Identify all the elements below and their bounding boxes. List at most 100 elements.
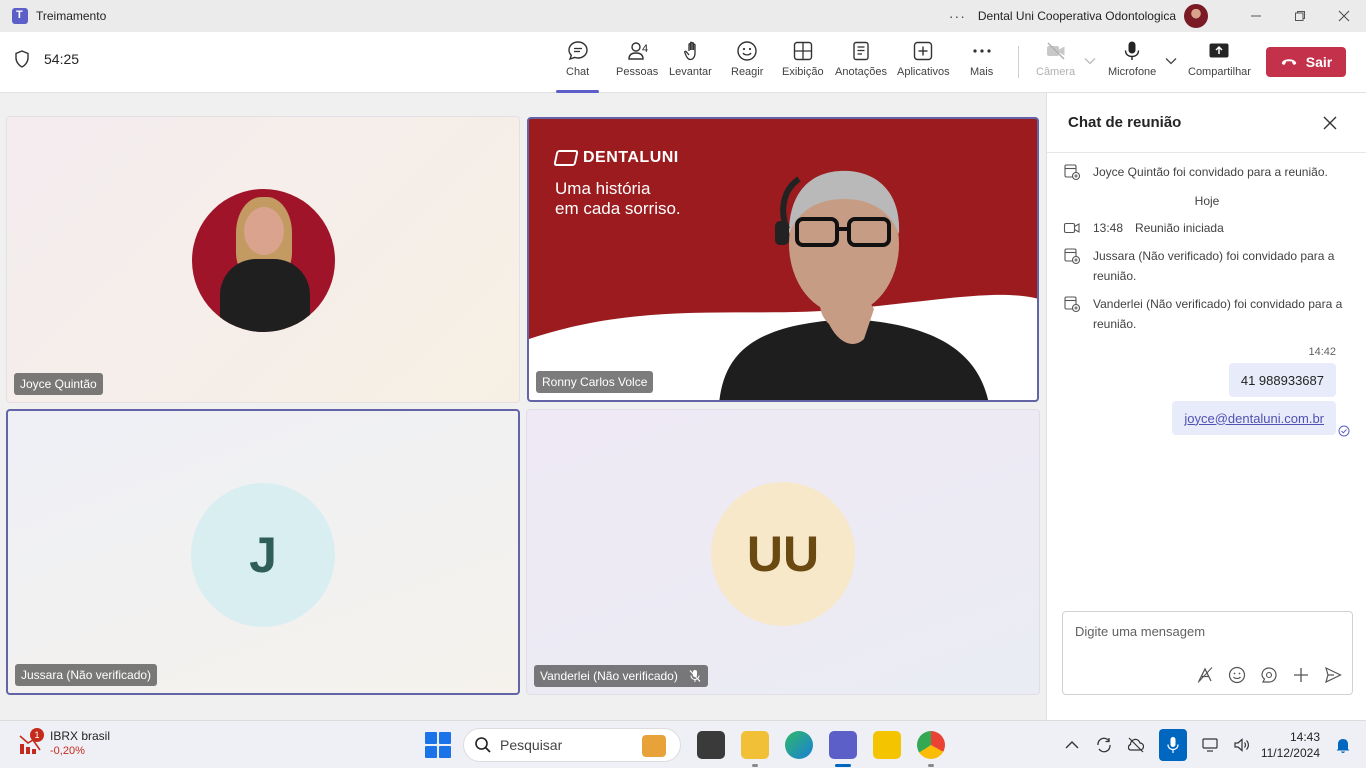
chat-title: Chat de reunião	[1068, 114, 1182, 131]
view-icon	[793, 41, 812, 61]
chat-event-text: Jussara (Não verificado) foi convidado p…	[1093, 249, 1335, 283]
teams-logo-icon	[12, 8, 28, 24]
more-options-button[interactable]: ···	[949, 8, 966, 24]
share-icon	[1209, 43, 1229, 58]
share-button[interactable]: Compartilhar	[1188, 40, 1251, 88]
participant-name: Ronny Carlos Volce	[542, 375, 648, 389]
apps-button[interactable]: Aplicativos	[897, 40, 950, 88]
chevron-up-icon[interactable]	[1063, 736, 1081, 754]
search-icon	[475, 737, 491, 753]
participant-initials-avatar: UU	[711, 482, 855, 626]
sync-icon[interactable]	[1095, 736, 1113, 754]
search-highlight-icon	[642, 735, 666, 757]
dentaluni-logo: DENTALUNI	[553, 149, 681, 167]
search-placeholder: Pesquisar	[500, 737, 563, 753]
chat-event-text: Reunião iniciada	[1135, 221, 1224, 235]
more-label: Mais	[970, 66, 994, 78]
cloud-off-icon[interactable]	[1127, 736, 1145, 754]
chat-message-bubble[interactable]: 41 988933687	[1228, 363, 1336, 397]
format-icon[interactable]	[1196, 666, 1214, 684]
view-label: Exibição	[782, 66, 824, 78]
p-app-icon[interactable]	[873, 731, 901, 759]
clock-date: 11/12/2024	[1260, 746, 1320, 760]
stock-chart-icon: 1	[18, 728, 44, 756]
camera-button[interactable]: Câmera	[1036, 40, 1075, 88]
leave-label: Sair	[1305, 54, 1333, 70]
stock-widget[interactable]: 1 IBRX brasil -0,20%	[18, 728, 111, 757]
more-button[interactable]: Mais	[970, 40, 993, 88]
restore-button[interactable]	[1278, 0, 1322, 32]
stock-name: IBRX brasil	[50, 729, 111, 743]
message-compose-box[interactable]: Digite uma mensagem	[1062, 611, 1353, 695]
participant-tile[interactable]: J Jussara (Não verificado)	[6, 409, 520, 695]
notes-label: Anotações	[835, 66, 887, 78]
participant-tile[interactable]: Joyce Quintão	[6, 116, 520, 403]
people-button[interactable]: 4 Pessoas	[616, 40, 658, 88]
camera-off-icon	[1046, 42, 1065, 60]
brand-logo-text: DENTALUNI	[583, 149, 679, 166]
close-icon	[1338, 10, 1350, 22]
participant-video-feed	[719, 170, 989, 400]
teams-app-icon[interactable]	[829, 731, 857, 767]
react-label: Reagir	[731, 66, 764, 78]
view-button[interactable]: Exibição	[782, 40, 824, 88]
video-stage: Joyce Quintão DENTALUNI Uma história em …	[0, 93, 1046, 720]
brand-slogan-line1: Uma história	[555, 179, 651, 198]
account-avatar[interactable]	[1184, 4, 1208, 28]
mic-muted-icon	[689, 670, 701, 682]
leave-button[interactable]: Sair	[1266, 47, 1346, 77]
camera-label: Câmera	[1036, 66, 1076, 78]
participant-video-tile[interactable]: DENTALUNI Uma história em cada sorriso. …	[527, 117, 1039, 402]
microphone-label: Microfone	[1108, 66, 1157, 78]
notes-button[interactable]: Anotações	[835, 40, 887, 88]
notification-bell-icon[interactable]	[1334, 736, 1352, 754]
send-icon[interactable]	[1324, 666, 1342, 684]
mic-options-chevron-icon[interactable]	[1165, 54, 1177, 68]
chat-button[interactable]: Chat	[555, 40, 600, 93]
edge-browser-icon[interactable]	[785, 731, 813, 759]
loop-component-icon[interactable]	[1260, 666, 1278, 684]
minimize-button[interactable]	[1234, 0, 1278, 32]
brand-banner: DENTALUNI Uma história em cada sorriso.	[553, 149, 681, 219]
react-button[interactable]: Reagir	[731, 40, 763, 88]
message-sent-check-icon	[1338, 425, 1350, 437]
org-name: Dental Uni Cooperativa Odontologica	[977, 9, 1176, 23]
chat-event-text: Joyce Quintão foi convidado para a reuni…	[1093, 165, 1328, 179]
message-timestamp: 14:42	[1308, 346, 1336, 358]
file-explorer-icon[interactable]	[741, 731, 769, 767]
start-windows-icon[interactable]	[425, 732, 451, 758]
mic-in-use-indicator[interactable]	[1158, 729, 1187, 761]
message-input-placeholder[interactable]: Digite uma mensagem	[1075, 624, 1205, 639]
emoji-icon[interactable]	[1228, 666, 1246, 684]
participant-photo-avatar	[192, 189, 335, 332]
chat-message-link[interactable]: joyce@dentaluni.com.br	[1172, 401, 1336, 435]
raise-hand-button[interactable]: Levantar	[669, 40, 712, 88]
day-separator: Hoje	[1194, 194, 1220, 208]
participant-name: Vanderlei (Não verificado)	[540, 669, 678, 683]
volume-icon[interactable]	[1233, 736, 1251, 754]
participant-tile[interactable]: UU Vanderlei (Não verificado)	[526, 409, 1040, 695]
add-icon[interactable]	[1292, 666, 1310, 684]
microphone-tray-icon	[1167, 737, 1179, 753]
mic-icon	[1124, 41, 1140, 60]
brand-slogan-line2: em cada sorriso.	[555, 199, 681, 218]
close-window-button[interactable]	[1322, 0, 1366, 32]
task-view-icon[interactable]	[697, 731, 725, 759]
more-icon	[973, 49, 991, 53]
chrome-browser-icon[interactable]	[917, 731, 945, 767]
close-chat-icon[interactable]	[1322, 115, 1338, 131]
apps-label: Aplicativos	[897, 66, 950, 78]
participant-name-tag: Joyce Quintão	[14, 373, 103, 395]
hang-up-icon	[1281, 59, 1296, 66]
system-clock[interactable]: 14:43 11/12/2024	[1261, 729, 1320, 761]
system-tray: 14:43 11/12/2024	[1049, 721, 1352, 768]
shield-icon	[15, 50, 29, 68]
microphone-button[interactable]: Microfone	[1108, 40, 1156, 88]
meeting-toolbar: 54:25 Chat 4 Pessoas Levantar Reagir Exi…	[0, 32, 1366, 93]
camera-options-chevron-icon[interactable]	[1084, 54, 1096, 68]
notes-icon	[853, 41, 869, 61]
network-icon[interactable]	[1201, 736, 1219, 754]
taskbar-search[interactable]: Pesquisar	[463, 728, 681, 762]
meeting-timer: 54:25	[14, 50, 79, 68]
participant-name-tag: Ronny Carlos Volce	[536, 371, 654, 393]
